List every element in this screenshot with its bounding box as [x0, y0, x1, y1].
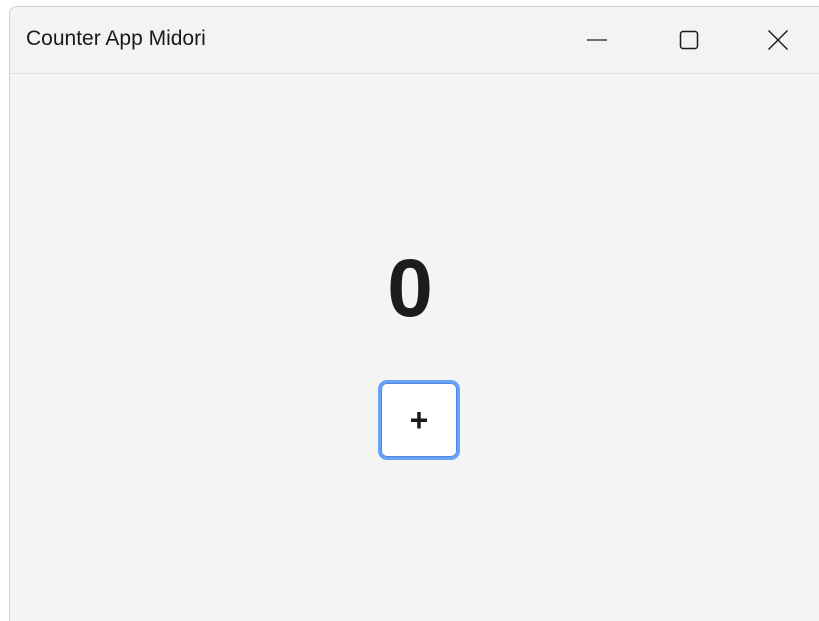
minimize-button[interactable]: [551, 7, 643, 73]
close-icon: [767, 30, 788, 50]
maximize-button[interactable]: [643, 7, 735, 73]
maximize-icon: [679, 30, 699, 50]
app-content: 0 +: [10, 74, 819, 621]
close-button[interactable]: [735, 7, 819, 73]
title-bar[interactable]: Counter App Midori: [10, 7, 819, 74]
increment-button[interactable]: +: [378, 380, 460, 460]
minimize-icon: [587, 39, 607, 41]
counter-value: 0: [387, 243, 433, 334]
app-window: Counter App Midori 0 +: [9, 6, 819, 621]
window-title: Counter App Midori: [26, 27, 206, 50]
